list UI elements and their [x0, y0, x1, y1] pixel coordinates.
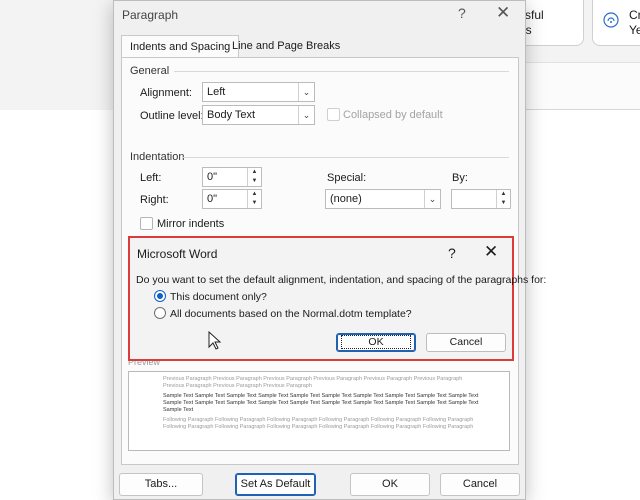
- mirror-indents-checkbox[interactable]: [140, 217, 153, 230]
- preview-following-paragraph: Following Paragraph Following Paragraph …: [163, 417, 474, 430]
- special-label: Special:: [327, 172, 367, 184]
- set-as-default-button[interactable]: Set As Default: [235, 473, 316, 496]
- indentation-heading: Indentation: [130, 151, 185, 163]
- preview-previous-paragraph: Previous Paragraph Previous Paragraph Pr…: [163, 376, 463, 389]
- help-button[interactable]: ?: [448, 245, 456, 261]
- left-indent-spinner[interactable]: 0" ▲ ▼: [202, 167, 262, 187]
- right-indent-spinner[interactable]: 0" ▲ ▼: [202, 189, 262, 209]
- cancel-button[interactable]: Cancel: [426, 333, 506, 352]
- cancel-button-label: Cancel: [449, 336, 483, 348]
- spinner-arrows-icon[interactable]: ▲ ▼: [247, 168, 261, 186]
- set-as-default-button-label: Set As Default: [240, 478, 311, 490]
- ribbon-band: [520, 62, 640, 110]
- mirror-indents-label: Mirror indents: [157, 218, 225, 230]
- notification-card-text: Cr Ye: [629, 8, 640, 37]
- by-spinner[interactable]: ▲ ▼: [451, 189, 511, 209]
- chevron-down-icon: ⌄: [424, 190, 440, 208]
- wireless-icon: [603, 12, 619, 28]
- all-documents-label: All documents based on the Normal.dotm t…: [170, 308, 412, 320]
- this-document-only-radio[interactable]: [154, 290, 166, 302]
- outline-level-label: Outline level:: [140, 110, 204, 122]
- cancel-button-label: Cancel: [462, 478, 498, 490]
- divider: [182, 157, 509, 158]
- cancel-button[interactable]: Cancel: [440, 473, 520, 496]
- tab-label: Line and Page Breaks: [232, 40, 341, 52]
- left-indent-label: Left:: [140, 172, 162, 184]
- dialog-title: Paragraph: [122, 8, 179, 22]
- chevron-down-icon: ⌄: [298, 83, 314, 101]
- alignment-label: Alignment:: [140, 87, 192, 99]
- collapsed-by-default-checkbox[interactable]: [327, 108, 340, 121]
- close-button[interactable]: ✕: [484, 242, 498, 262]
- divider: [174, 71, 509, 72]
- collapsed-by-default-label: Collapsed by default: [343, 109, 443, 121]
- ok-button-label: OK: [382, 478, 398, 490]
- this-document-only-label: This document only?: [170, 291, 267, 303]
- alignment-value: Left: [207, 86, 226, 98]
- general-heading: General: [130, 65, 170, 77]
- spinner-arrows-icon[interactable]: ▲ ▼: [496, 190, 510, 208]
- dialog-title: Microsoft Word: [137, 247, 218, 261]
- set-default-confirm-dialog: Microsoft Word ? ✕ Do you want to set th…: [128, 236, 546, 361]
- by-label: By:: [452, 172, 468, 184]
- alignment-select[interactable]: Left ⌄: [202, 82, 315, 102]
- special-select[interactable]: (none) ⌄: [325, 189, 441, 209]
- paragraph-preview: Previous Paragraph Previous Paragraph Pr…: [128, 371, 510, 451]
- confirm-question: Do you want to set the default alignment…: [136, 274, 547, 286]
- preview-sample-text: Sample Text Sample Text Sample Text Samp…: [163, 393, 479, 413]
- notification-card[interactable]: Cr Ye: [592, 0, 640, 46]
- spinner-arrows-icon[interactable]: ▲ ▼: [247, 190, 261, 208]
- ok-button-label: OK: [341, 335, 411, 349]
- right-indent-value: 0": [207, 193, 218, 205]
- mouse-pointer-icon: [208, 331, 222, 350]
- right-indent-label: Right:: [140, 194, 169, 206]
- ok-button[interactable]: OK: [350, 473, 430, 496]
- chevron-down-icon: ⌄: [298, 106, 314, 124]
- tab-label: Indents and Spacing: [130, 41, 231, 53]
- tab-line-and-page-breaks[interactable]: Line and Page Breaks: [224, 35, 348, 57]
- close-button[interactable]: ✕: [496, 3, 510, 23]
- left-indent-value: 0": [207, 171, 218, 183]
- tab-indents-and-spacing[interactable]: Indents and Spacing: [121, 35, 240, 58]
- tabs-button-label: Tabs...: [144, 478, 178, 490]
- all-documents-radio[interactable]: [154, 307, 166, 319]
- tabs-button[interactable]: Tabs...: [119, 473, 203, 496]
- help-button[interactable]: ?: [458, 5, 466, 21]
- outline-level-value: Body Text: [207, 109, 256, 121]
- special-value: (none): [330, 193, 362, 205]
- outline-level-select[interactable]: Body Text ⌄: [202, 105, 315, 125]
- ok-button[interactable]: OK: [336, 333, 416, 352]
